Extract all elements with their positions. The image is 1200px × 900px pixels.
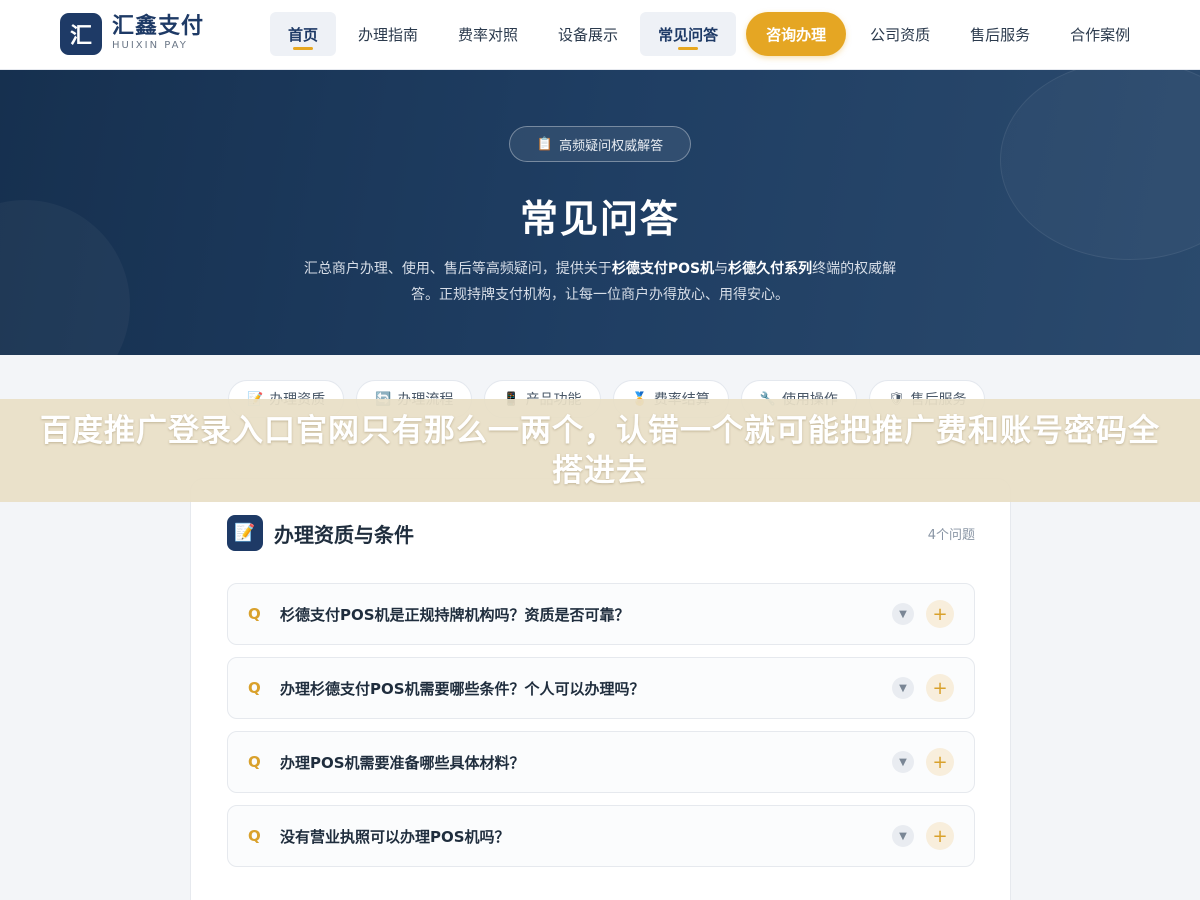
nav-item-faq[interactable]: 常见问答 (640, 12, 737, 56)
faq-item[interactable]: Q 杉德支付POS机是正规持牌机构吗？资质是否可靠？ ▼ + (227, 583, 975, 645)
chevron-down-icon[interactable]: ▼ (892, 603, 914, 625)
hero-badge-label: 高频疑问权威解答 (559, 138, 664, 154)
faq-card: 📝 办理资质与条件 4个问题 Q 杉德支付POS机是正规持牌机构吗？资质是否可靠… (190, 478, 1011, 900)
expand-plus-icon[interactable]: + (926, 748, 954, 776)
faq-item[interactable]: Q 办理POS机需要准备哪些具体材料？ ▼ + (227, 731, 975, 793)
q-marker: Q (248, 753, 261, 771)
memo-icon: 📝 (227, 515, 263, 551)
hero-description: 汇总商户办理、使用、售后等高频疑问，提供关于杉德支付POS机与杉德久付系列终端的… (290, 256, 910, 308)
logo-mark: 汇 (60, 13, 102, 55)
section-header: 📝 办理资质与条件 4个问题 (227, 515, 975, 551)
hero-desc-text: 与 (714, 261, 729, 277)
nav-item-cases[interactable]: 合作案例 (1052, 12, 1148, 56)
chevron-down-icon[interactable]: ▼ (892, 825, 914, 847)
hero-desc-text: 汇总商户办理、使用、售后等高频疑问，提供关于 (303, 261, 612, 277)
logo-subtitle: HUIXIN PAY (112, 40, 188, 51)
section-title: 办理资质与条件 (274, 522, 414, 547)
nav-item-rates[interactable]: 费率对照 (440, 12, 536, 56)
faq-item[interactable]: Q 没有营业执照可以办理POS机吗？ ▼ + (227, 805, 975, 867)
chevron-down-icon[interactable]: ▼ (892, 677, 914, 699)
logo-name: 汇鑫支付 (112, 14, 205, 39)
clipboard-icon: 📋 (536, 136, 554, 152)
nav-item-qualification[interactable]: 公司资质 (852, 12, 948, 56)
q-marker: Q (248, 827, 261, 845)
question-text: 没有营业执照可以办理POS机吗？ (280, 827, 510, 846)
question-text: 杉德支付POS机是正规持牌机构吗？资质是否可靠？ (280, 605, 630, 624)
site-header: 汇 汇鑫支付 HUIXIN PAY 首页 办理指南 费率对照 设备展示 常见问答… (0, 0, 1200, 70)
nav-item-home[interactable]: 首页 (270, 12, 337, 56)
main-nav: 首页 办理指南 费率对照 设备展示 常见问答 咨询办理 公司资质 售后服务 合作… (270, 12, 1152, 56)
logo-text: 汇鑫支付 HUIXIN PAY (112, 15, 204, 53)
hero-badge: 📋 高频疑问权威解答 (509, 126, 691, 162)
faq-item[interactable]: Q 办理杉德支付POS机需要哪些条件？个人可以办理吗？ ▼ + (227, 657, 975, 719)
question-text: 办理杉德支付POS机需要哪些条件？个人可以办理吗？ (280, 679, 645, 698)
question-count: 4个问题 (927, 527, 975, 543)
nav-item-aftersales[interactable]: 售后服务 (952, 12, 1048, 56)
question-text: 办理POS机需要准备哪些具体材料？ (280, 753, 525, 772)
chevron-down-icon[interactable]: ▼ (892, 751, 914, 773)
page: 汇 汇鑫支付 HUIXIN PAY 首页 办理指南 费率对照 设备展示 常见问答… (0, 0, 1200, 900)
hero-desc-highlight: 杉德久付系列 (728, 261, 813, 277)
page-title: 常见问答 (519, 197, 680, 241)
q-marker: Q (248, 605, 261, 623)
nav-item-guide[interactable]: 办理指南 (340, 12, 436, 56)
consult-button[interactable]: 咨询办理 (746, 12, 847, 56)
expand-plus-icon[interactable]: + (926, 822, 954, 850)
hero-banner: 📋 高频疑问权威解答 常见问答 汇总商户办理、使用、售后等高频疑问，提供关于杉德… (0, 70, 1200, 355)
logo[interactable]: 汇 汇鑫支付 HUIXIN PAY (60, 13, 204, 55)
overlay-headline: 百度推广登录入口官网只有那么一两个，认错一个就可能把推广费和账号密码全搭进去 (40, 412, 1160, 489)
q-marker: Q (248, 679, 261, 697)
hero-desc-highlight: 杉德支付POS机 (611, 261, 715, 277)
overlay-banner: 百度推广登录入口官网只有那么一两个，认错一个就可能把推广费和账号密码全搭进去 (0, 399, 1200, 502)
nav-item-devices[interactable]: 设备展示 (540, 12, 636, 56)
expand-plus-icon[interactable]: + (926, 674, 954, 702)
expand-plus-icon[interactable]: + (926, 600, 954, 628)
